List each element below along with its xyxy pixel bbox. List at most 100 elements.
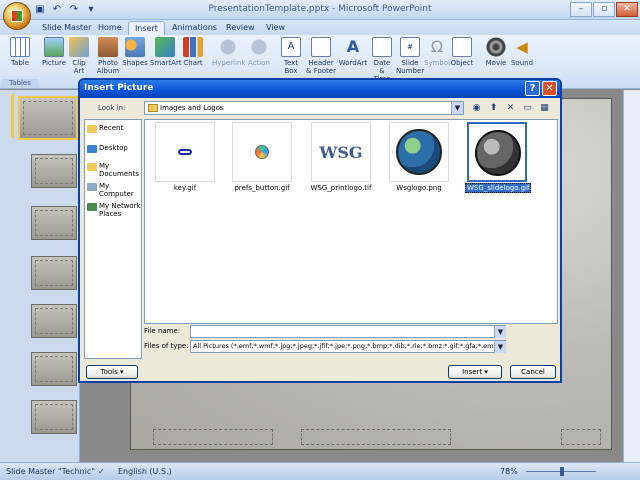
help-button[interactable]: ? [525,81,540,96]
date-time-button[interactable]: Date & Time [370,37,394,83]
slide-thumbnail[interactable] [18,96,78,140]
maximize-button[interactable]: ▫ [593,2,615,17]
place-my-documents[interactable]: My Documents [87,162,143,178]
tools-button[interactable]: Tools ▾ [86,365,138,379]
chart-icon [183,37,203,57]
dialog-close-button[interactable]: ✕ [542,81,557,96]
slide-thumbnail-panel [0,90,80,462]
office-button[interactable] [3,2,31,30]
header-footer-icon [311,37,331,57]
status-language: English (U.S.) [118,467,172,476]
ribbon-tabs: Slide Master Home Insert Animations Revi… [0,20,640,35]
dialog-title: Insert Picture [84,83,154,93]
table-button[interactable]: Table [6,37,34,67]
slide-number-button[interactable]: # Slide Number [396,37,424,75]
movie-button[interactable]: Movie [484,37,508,67]
slide-thumbnail[interactable] [31,352,77,386]
look-in-combo[interactable]: Images and Logos ▼ [144,101,464,115]
status-view: Slide Master [6,467,56,476]
date-placeholder[interactable] [153,429,273,445]
spell-check-icon[interactable]: ✓ [98,463,105,480]
smartart-button[interactable]: SmartArt [150,37,182,67]
sound-icon: ◀ [516,38,528,56]
place-recent[interactable]: Recent [87,124,143,133]
action-button[interactable]: Action [246,37,272,67]
chart-button[interactable]: Chart [182,37,204,67]
close-window-button[interactable]: ✕ [616,2,638,17]
tab-animations[interactable]: Animations [166,21,223,35]
new-folder-icon[interactable]: ▭ [521,102,534,114]
minimize-button[interactable]: – [570,2,592,17]
dialog-title-bar: Insert Picture ? ✕ [80,80,560,98]
vertical-scrollbar[interactable] [623,90,640,462]
slide-number-placeholder[interactable] [561,429,601,445]
slide-thumbnail[interactable] [31,206,77,240]
globe-icon [475,130,521,176]
slide-thumbnail[interactable] [31,400,77,434]
selected-strip [11,94,14,138]
slide-thumbnail[interactable] [31,154,77,188]
wordart-button[interactable]: A WordArt [338,37,368,67]
chevron-down-icon[interactable]: ▼ [494,326,506,338]
place-my-computer[interactable]: My Computer [87,182,143,198]
window-controls: – ▫ ✕ [570,2,638,17]
views-icon[interactable]: ▦ [538,102,551,114]
file-item[interactable]: key.gif [153,122,217,192]
look-in-value: Images and Logos [160,104,224,112]
status-zoom[interactable]: 78% [500,463,518,480]
tab-home[interactable]: Home [92,21,128,35]
wsg-text-logo: WSG [319,143,363,162]
shapes-icon [125,37,145,57]
action-icon [249,37,269,57]
file-item[interactable]: prefs_button.gif [230,122,294,192]
slide-thumbnail[interactable] [31,256,77,290]
office-logo-icon [11,10,23,22]
chevron-down-icon[interactable]: ▼ [451,102,463,114]
photo-album-button[interactable]: Photo Album [94,37,122,75]
picture-icon [44,37,64,57]
shapes-button[interactable]: Shapes [122,37,148,67]
file-item[interactable]: WSG WSG_printlogo.tif [309,122,373,192]
files-of-type-select[interactable]: All Pictures (*.emf;*.wmf;*.jpg;*.jpeg;*… [190,340,506,353]
tab-insert[interactable]: Insert [128,21,165,35]
text-box-button[interactable]: A Text Box [280,37,302,75]
thumbnail: WSG [311,122,371,182]
place-my-network[interactable]: My Network Places [87,202,143,218]
footer-placeholder[interactable] [301,429,451,445]
tab-view[interactable]: View [260,21,291,35]
hyperlink-button[interactable]: Hyperlink [212,37,245,67]
delete-icon[interactable]: ✕ [504,102,517,114]
file-item[interactable]: Wsglogo.png [387,122,451,192]
files-of-type-label: Files of type: [144,342,189,350]
file-name-input[interactable] [190,325,506,338]
file-list: key.gif prefs_button.gif WSG WSG_printlo… [144,119,558,324]
header-footer-button[interactable]: Header & Footer [306,37,336,75]
chevron-down-icon[interactable]: ▼ [494,341,506,353]
cancel-button[interactable]: Cancel [510,365,556,379]
file-item-selected[interactable]: WSG_slidelogo.gif [465,122,532,193]
back-icon[interactable]: ◉ [470,102,483,114]
slide-thumbnail[interactable] [31,304,77,338]
documents-icon [87,163,97,171]
places-bar: Recent Desktop My Documents My Computer … [84,119,142,359]
object-icon [452,37,472,57]
folder-icon [148,104,158,112]
table-icon [10,37,30,57]
globe-icon [396,129,442,175]
place-desktop[interactable]: Desktop [87,144,143,153]
picture-button[interactable]: Picture [40,37,68,67]
insert-button[interactable]: Insert ▾ [448,365,502,379]
group-label-tables: Tables [2,79,38,88]
tab-slide-master[interactable]: Slide Master [36,21,97,35]
up-folder-icon[interactable]: ⬆ [487,102,500,114]
zoom-slider-thumb[interactable] [560,467,564,476]
symbol-button[interactable]: Ω Symbol [424,37,450,67]
clip-art-button[interactable]: Clip Art [68,37,90,75]
sound-button[interactable]: ◀ Sound [510,37,534,67]
object-button[interactable]: Object [450,37,474,67]
status-bar: Slide Master "Technic" ✓ English (U.S.) … [0,462,640,480]
date-time-icon [372,37,392,57]
slide-number-icon: # [400,37,420,57]
prefs-button-icon [255,145,269,159]
tab-review[interactable]: Review [220,21,261,35]
